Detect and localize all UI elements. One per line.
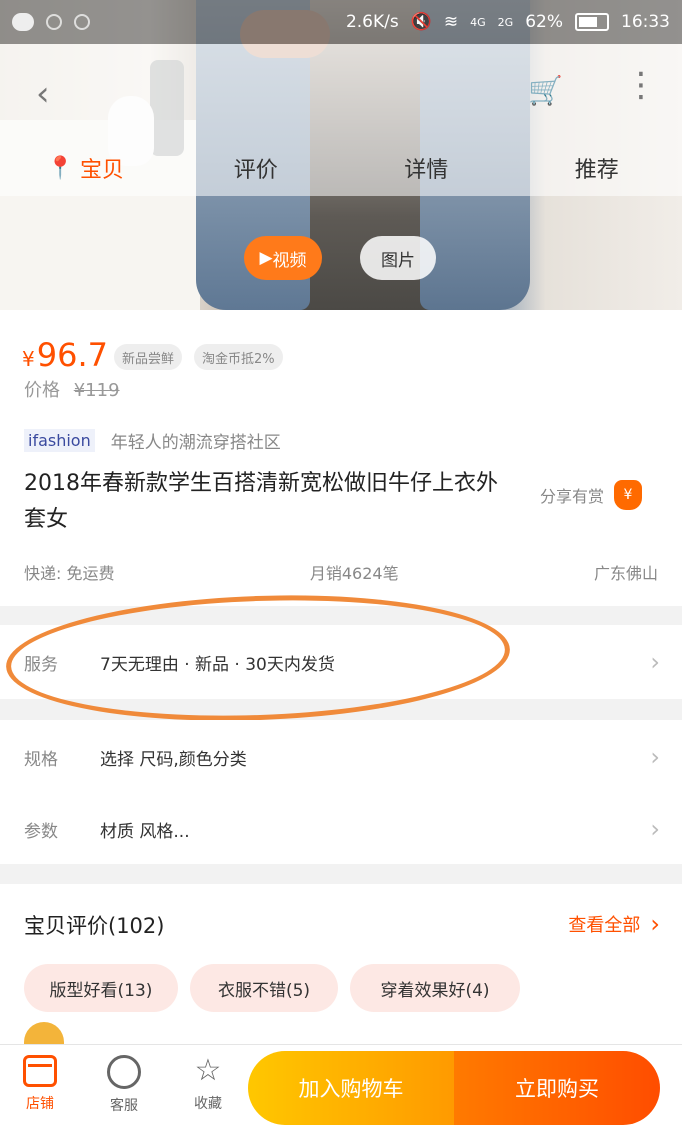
photo-label: 图片 xyxy=(381,250,415,271)
customer-service-button[interactable]: 客服 xyxy=(94,1055,154,1115)
chevron-right-icon: › xyxy=(650,910,660,938)
tab-details-label: 详情 xyxy=(404,158,449,183)
ship-from: 广东佛山 xyxy=(593,564,658,583)
add-to-cart-button[interactable]: 加入购物车 xyxy=(248,1051,454,1125)
money-bag-icon: ¥ xyxy=(614,480,643,510)
product-detail-screen: 2.6K/s 🔇 ≋ 4G 2G 62% 16:33 ‹ 🛒 ⋮ 📍 宝贝 评价… xyxy=(0,0,682,1127)
chat-icon xyxy=(12,13,34,31)
tab-reviews-label: 评价 xyxy=(233,158,278,183)
chevron-right-icon: › xyxy=(650,743,660,771)
notification-icon xyxy=(46,14,62,30)
price-value: 96.7 xyxy=(36,336,108,374)
battery-percent: 62% xyxy=(525,12,563,32)
spec-value: 选择 尺码,颜色分类 xyxy=(100,749,247,770)
tab-recommend[interactable]: 推荐 xyxy=(512,140,682,196)
tag-coin: 淘金币抵2% xyxy=(194,344,283,370)
reviews-section: 宝贝评价(102) 查看全部 › 版型好看(13) 衣服不错(5) 穿着效果好(… xyxy=(0,884,682,1044)
cart-icon[interactable]: 🛒 xyxy=(528,74,563,107)
chevron-right-icon: › xyxy=(650,648,660,676)
more-vertical-icon[interactable]: ⋮ xyxy=(624,68,658,102)
chevron-right-icon: › xyxy=(650,815,660,843)
tab-details[interactable]: 详情 xyxy=(341,140,512,196)
tab-item[interactable]: 📍 宝贝 xyxy=(0,140,171,196)
param-value: 材质 风格... xyxy=(100,821,190,842)
original-price-label: 价格 xyxy=(24,380,60,401)
tab-reviews[interactable]: 评价 xyxy=(171,140,342,196)
view-all-reviews-link[interactable]: 查看全部 › xyxy=(568,910,660,938)
play-icon: ▶ xyxy=(259,248,273,268)
section-tabs: 📍 宝贝 评价 详情 推荐 xyxy=(0,140,682,196)
shipping-fee: 快递: 免运费 xyxy=(24,564,115,583)
chat-face-icon xyxy=(107,1055,141,1089)
video-button[interactable]: ▶ 视频 xyxy=(244,236,322,280)
share-button[interactable]: 分享有赏 ¥ xyxy=(540,480,643,510)
signal-2g-label: 2G xyxy=(497,15,514,29)
reviewer-avatar xyxy=(24,1022,64,1044)
status-bar: 2.6K/s 🔇 ≋ 4G 2G 62% 16:33 xyxy=(0,0,682,44)
spec-row[interactable]: 规格 选择 尺码,颜色分类 › xyxy=(0,720,682,794)
media-switcher: ▶ 视频 图片 xyxy=(0,236,682,280)
clock: 16:33 xyxy=(621,12,670,32)
tab-item-label: 宝贝 xyxy=(79,158,124,183)
review-tag-chip[interactable]: 衣服不错(5) xyxy=(190,964,338,1012)
original-price: 价格 ¥119 xyxy=(24,376,120,402)
param-row[interactable]: 参数 材质 风格... › xyxy=(0,794,682,864)
battery-icon xyxy=(575,13,609,31)
original-price-value: ¥119 xyxy=(73,380,120,401)
mute-icon: 🔇 xyxy=(410,12,432,32)
favorite-label: 收藏 xyxy=(194,1096,222,1112)
view-all-label: 查看全部 xyxy=(568,915,641,936)
monthly-sales: 月销4624笔 xyxy=(309,564,399,583)
bottom-action-bar: 店铺 客服 ☆ 收藏 加入购物车 立即购买 xyxy=(0,1044,682,1127)
ifashion-logo: ifashion xyxy=(24,429,95,452)
network-speed: 2.6K/s xyxy=(345,12,399,32)
currency-symbol: ¥ xyxy=(22,347,35,371)
shop-label: 店铺 xyxy=(26,1096,54,1112)
review-tag-chip[interactable]: 穿着效果好(4) xyxy=(350,964,520,1012)
signal-4g-label: 4G xyxy=(470,15,486,29)
shop-button[interactable]: 店铺 xyxy=(10,1055,70,1113)
share-label: 分享有赏 xyxy=(540,487,605,506)
store-icon xyxy=(23,1055,57,1087)
top-nav: ‹ 🛒 ⋮ 📍 宝贝 评价 详情 推荐 xyxy=(0,44,682,196)
param-label: 参数 xyxy=(24,821,58,842)
location-pin-icon: 📍 xyxy=(46,155,74,181)
spec-label: 规格 xyxy=(24,749,58,770)
app-icon xyxy=(74,14,90,30)
product-title: 2018年春新款学生百搭清新宽松做旧牛仔上衣外套女 xyxy=(24,471,498,532)
reviews-title: 宝贝评价(102) xyxy=(24,914,165,938)
review-tag-chip[interactable]: 版型好看(13) xyxy=(24,964,178,1012)
current-price: ¥ 96.7 xyxy=(22,336,108,374)
shipping-row: 快递: 免运费 月销4624笔 广东佛山 xyxy=(24,560,658,584)
product-info-card: ¥ 96.7 新品尝鲜 淘金币抵2% 价格 ¥119 ifashion 年轻人的… xyxy=(0,310,682,606)
back-arrow-icon[interactable]: ‹ xyxy=(36,74,50,114)
star-icon: ☆ xyxy=(194,1053,222,1088)
customer-service-label: 客服 xyxy=(110,1098,138,1114)
wifi-icon: ≋ xyxy=(443,12,459,32)
buy-now-button[interactable]: 立即购买 xyxy=(454,1051,660,1125)
brand-row[interactable]: ifashion 年轻人的潮流穿搭社区 xyxy=(24,428,281,453)
photo-button[interactable]: 图片 xyxy=(360,236,436,280)
tab-recommend-label: 推荐 xyxy=(574,158,619,183)
favorite-button[interactable]: ☆ 收藏 xyxy=(178,1055,238,1113)
tag-new: 新品尝鲜 xyxy=(114,344,183,370)
video-label: 视频 xyxy=(272,250,307,271)
brand-slogan: 年轻人的潮流穿搭社区 xyxy=(110,433,281,453)
hand-drawn-circle-annotation xyxy=(3,587,513,729)
